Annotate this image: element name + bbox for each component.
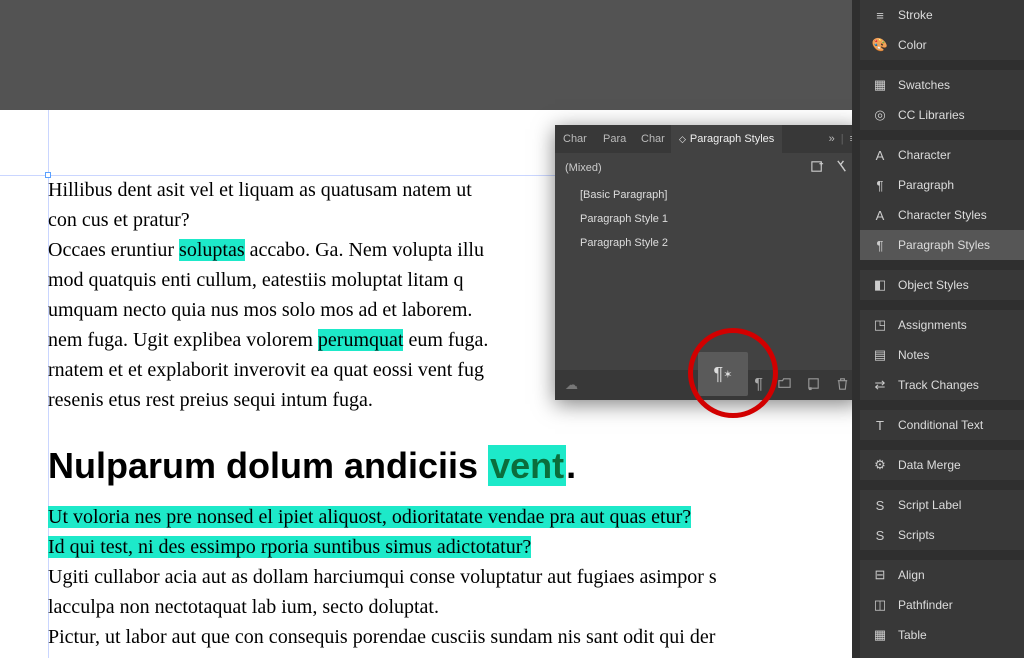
- stroke-icon: ≡: [872, 7, 888, 23]
- dock-item-label: Script Label: [898, 498, 1012, 512]
- cloud-sync-icon[interactable]: ☁: [565, 377, 578, 393]
- dock-item-label: Assignments: [898, 318, 1012, 332]
- character-styles-icon: A: [872, 207, 888, 223]
- dock-item-label: Table: [898, 628, 1012, 642]
- highlighted-word: vent: [488, 445, 566, 486]
- new-folder-icon[interactable]: [777, 376, 792, 394]
- dock-item-stroke[interactable]: ≡ Stroke: [860, 0, 1024, 30]
- highlighted-word: perumquat: [318, 329, 404, 351]
- dock-item-scripts[interactable]: S Scripts: [860, 520, 1024, 550]
- scripts-icon: S: [872, 527, 888, 543]
- expand-panel-icon[interactable]: »: [829, 133, 835, 145]
- clear-overrides-button-icon[interactable]: ¶: [754, 376, 763, 394]
- body-text: Ut voloria nes pre nonsed el ipiet aliqu…: [48, 502, 858, 652]
- paragraph-icon: ¶: [872, 177, 888, 193]
- dock-item-label: Paragraph Styles: [898, 238, 1012, 252]
- dock-item-assignments[interactable]: ◳ Assignments: [860, 310, 1024, 340]
- conditional-text-icon: T: [872, 417, 888, 433]
- swatches-icon: ▦: [872, 77, 888, 93]
- dock-item-conditional-text[interactable]: T Conditional Text: [860, 410, 1024, 440]
- panel-tabs: Char Para Char ◇Paragraph Styles » | ≡: [555, 125, 860, 153]
- dock-item-cc-libraries[interactable]: ◎ CC Libraries: [860, 100, 1024, 130]
- new-group-icon[interactable]: [810, 159, 825, 177]
- clear-overrides-highlighted-button[interactable]: ¶✶: [698, 352, 748, 396]
- dock-item-label: Paragraph: [898, 178, 1012, 192]
- panel-tab-paragraph-styles[interactable]: ◇Paragraph Styles: [671, 125, 782, 153]
- dock-item-label: Track Changes: [898, 378, 1012, 392]
- table-icon: ▦: [872, 627, 888, 643]
- clear-overrides-icon[interactable]: [835, 159, 850, 177]
- dock-item-table-styles[interactable]: ▦Table Styles: [860, 650, 1024, 658]
- align-icon: ⊟: [872, 567, 888, 583]
- delete-style-icon[interactable]: [835, 376, 850, 394]
- dock-item-pathfinder[interactable]: ◫ Pathfinder: [860, 590, 1024, 620]
- dock-item-label: Data Merge: [898, 458, 1012, 472]
- script-label-icon: S: [872, 497, 888, 513]
- style-item-paragraph-style-1[interactable]: Paragraph Style 1: [555, 207, 860, 231]
- notes-icon: ▤: [872, 347, 888, 363]
- current-style-label: (Mixed): [565, 162, 602, 174]
- dock-item-notes[interactable]: ▤ Notes: [860, 340, 1024, 370]
- panel-tab-paragraph[interactable]: Para: [595, 125, 633, 153]
- cc-libraries-icon: ◎: [872, 107, 888, 123]
- dock-resize-handle[interactable]: [852, 0, 860, 658]
- character-icon: A: [872, 147, 888, 163]
- dock-item-color[interactable]: 🎨 Color: [860, 30, 1024, 60]
- dock-item-table[interactable]: ▦ Table: [860, 620, 1024, 650]
- highlighted-line: Ut voloria nes pre nonsed el ipiet aliqu…: [48, 506, 691, 528]
- highlighted-line: Id qui test, ni des essimpo rporia sunti…: [48, 536, 531, 558]
- dock-item-label: Object Styles: [898, 278, 1012, 292]
- data-merge-icon: ⚙: [872, 457, 888, 473]
- dock-item-character[interactable]: A Character: [860, 140, 1024, 170]
- panel-divider-icon: |: [841, 133, 844, 145]
- style-item-basic-paragraph[interactable]: [Basic Paragraph]: [555, 183, 860, 207]
- dock-item-script-label[interactable]: S Script Label: [860, 490, 1024, 520]
- paragraph-clear-icon: ¶✶: [714, 364, 733, 385]
- panel-tab-character[interactable]: Char: [555, 125, 595, 153]
- collapse-arrows-icon: ◇: [679, 134, 686, 145]
- styles-list: [Basic Paragraph] Paragraph Style 1 Para…: [555, 183, 860, 255]
- highlighted-word: soluptas: [179, 239, 245, 261]
- style-item-paragraph-style-2[interactable]: Paragraph Style 2: [555, 231, 860, 255]
- object-styles-icon: ◧: [872, 277, 888, 293]
- dock-item-label: Scripts: [898, 528, 1012, 542]
- paragraph-styles-icon: ¶: [872, 237, 888, 253]
- dock-item-label: Stroke: [898, 8, 1012, 22]
- dock-item-label: Align: [898, 568, 1012, 582]
- panel-header: (Mixed): [555, 153, 860, 183]
- dock-item-paragraph-styles[interactable]: ¶ Paragraph Styles: [860, 230, 1024, 260]
- assignments-icon: ◳: [872, 317, 888, 333]
- dock-item-label: Character Styles: [898, 208, 1012, 222]
- dock-item-track-changes[interactable]: ⇄ Track Changes: [860, 370, 1024, 400]
- dock-item-align[interactable]: ⊟ Align: [860, 560, 1024, 590]
- dock-item-label: Conditional Text: [898, 418, 1012, 432]
- dock-item-paragraph[interactable]: ¶ Paragraph: [860, 170, 1024, 200]
- dock-item-label: Pathfinder: [898, 598, 1012, 612]
- dock-item-swatches[interactable]: ▦ Swatches: [860, 70, 1024, 100]
- dock-item-label: Notes: [898, 348, 1012, 362]
- dock-item-label: CC Libraries: [898, 108, 1012, 122]
- pathfinder-icon: ◫: [872, 597, 888, 613]
- dock-item-label: Swatches: [898, 78, 1012, 92]
- dock-item-label: Character: [898, 148, 1012, 162]
- track-changes-icon: ⇄: [872, 377, 888, 393]
- dock-item-character-styles[interactable]: A Character Styles: [860, 200, 1024, 230]
- dock-item-object-styles[interactable]: ◧ Object Styles: [860, 270, 1024, 300]
- headline: Nulparum dolum andiciis vent.: [48, 445, 858, 487]
- dock-item-data-merge[interactable]: ⚙ Data Merge: [860, 450, 1024, 480]
- color-icon: 🎨: [872, 37, 888, 53]
- right-panel-dock: ≡ Stroke 🎨 Color ▦ Swatches ◎ CC Libraries A Char…: [860, 0, 1024, 658]
- panel-tab-character-styles[interactable]: Char: [633, 125, 671, 153]
- dock-item-label: Color: [898, 38, 1012, 52]
- new-style-icon[interactable]: [806, 376, 821, 394]
